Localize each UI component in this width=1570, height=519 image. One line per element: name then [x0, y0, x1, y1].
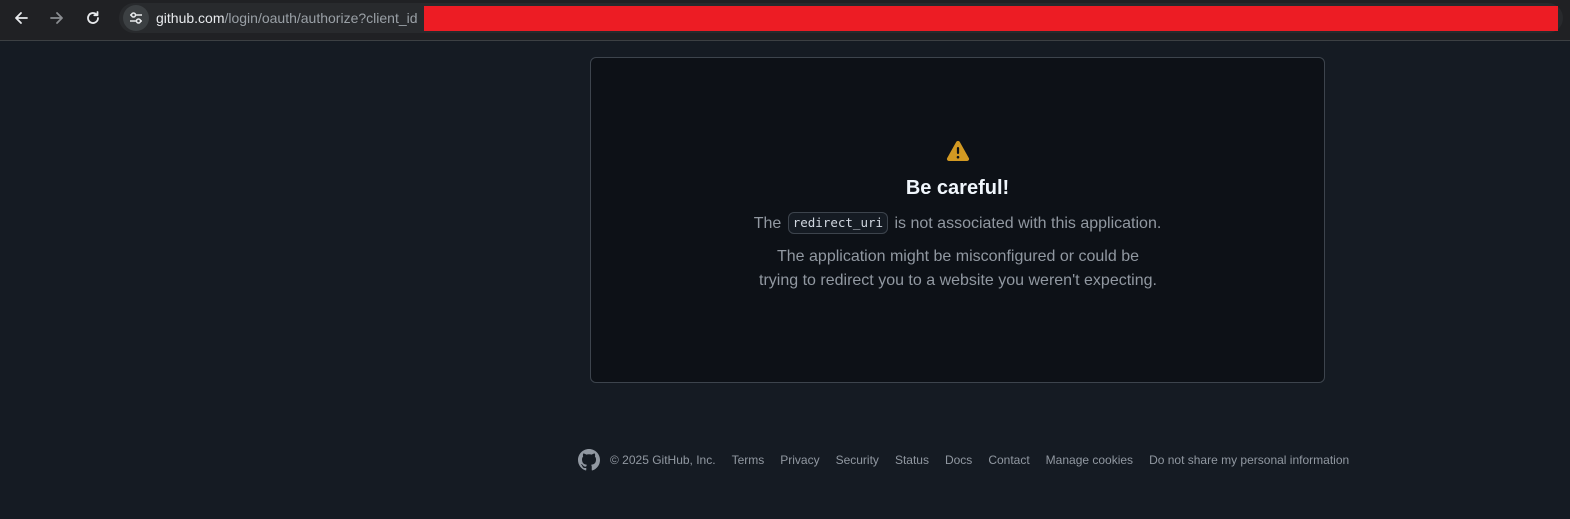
explanation-line-1: The application might be misconfigured o… [777, 248, 1139, 265]
redirect-uri-code: redirect_uri [787, 212, 889, 234]
back-arrow-icon [15, 12, 28, 24]
reload-icon [87, 11, 99, 24]
message-suffix: is not associated with this application. [894, 215, 1162, 232]
browser-toolbar: github.com/login/oauth/authorize?client_… [0, 0, 1570, 41]
forward-button[interactable] [43, 4, 71, 32]
github-mark-icon[interactable] [578, 449, 600, 471]
url-path: /login/oauth/authorize?client_id [224, 10, 418, 26]
back-button[interactable] [7, 4, 35, 32]
address-bar[interactable]: github.com/login/oauth/authorize?client_… [119, 3, 1563, 33]
alert-triangle-icon [946, 140, 970, 161]
footer-link-contact[interactable]: Contact [988, 453, 1029, 467]
message-prefix: The [753, 215, 782, 232]
url-text[interactable]: github.com/login/oauth/authorize?client_… [156, 10, 418, 26]
footer-link-privacy[interactable]: Privacy [780, 453, 819, 467]
warning-card: Be careful! The redirect_uri is not asso… [590, 57, 1325, 383]
redaction-bar [424, 6, 1558, 31]
copyright: © 2025 GitHub, Inc. [610, 453, 716, 467]
explanation-line-2: trying to redirect you to a website you … [759, 272, 1157, 289]
warning-message: The redirect_uri is not associated with … [591, 212, 1324, 236]
forward-arrow-icon [50, 12, 63, 24]
reload-button[interactable] [79, 4, 107, 32]
footer-link-security[interactable]: Security [836, 453, 879, 467]
site-footer: © 2025 GitHub, Inc. Terms Privacy Securi… [578, 448, 1349, 472]
footer-link-manage-cookies[interactable]: Manage cookies [1046, 453, 1133, 467]
page-title: Be careful! [905, 177, 1010, 199]
footer-link-status[interactable]: Status [895, 453, 929, 467]
footer-link-docs[interactable]: Docs [945, 453, 972, 467]
url-host: github.com [156, 10, 225, 26]
footer-link-do-not-share[interactable]: Do not share my personal information [1149, 453, 1349, 467]
site-settings-icon [130, 12, 142, 24]
footer-link-terms[interactable]: Terms [732, 453, 765, 467]
site-settings-button[interactable] [123, 5, 149, 31]
